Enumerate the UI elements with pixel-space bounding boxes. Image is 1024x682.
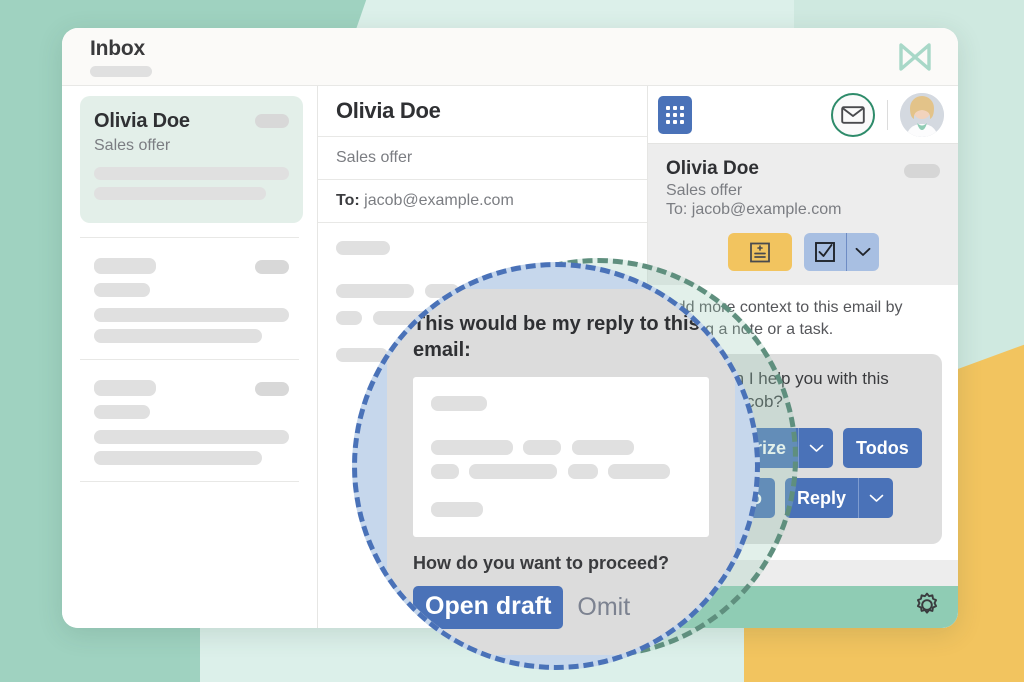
reply-button[interactable]: Reply	[785, 478, 894, 519]
toolbar-divider	[887, 99, 888, 130]
magnified-reply-card: This would be my reply to this email: Ho…	[387, 289, 735, 655]
message-sender: Olivia Doe	[336, 98, 441, 123]
chevron-down-icon[interactable]	[859, 478, 893, 518]
magnified-question: How do you want to proceed?	[413, 553, 669, 573]
placeholder-bar	[94, 283, 150, 297]
message-sender-row: Olivia Doe	[318, 86, 647, 137]
omit-button[interactable]: Omit	[577, 593, 630, 622]
magnified-heading: This would be my reply to this email:	[413, 313, 700, 361]
mail-brand-logo-icon	[898, 42, 932, 72]
header-placeholder-bar	[90, 66, 152, 77]
user-avatar[interactable]	[900, 92, 944, 137]
mail-list-badge	[255, 260, 289, 274]
placeholder-bar	[94, 380, 156, 396]
chevron-down-icon[interactable]	[847, 247, 879, 257]
placeholder-bar	[94, 405, 150, 419]
side-panel-recipient: To: jacob@example.com	[666, 201, 842, 218]
message-recipient: To: jacob@example.com	[336, 192, 629, 210]
placeholder-bar	[94, 308, 289, 322]
placeholder-bar	[94, 430, 289, 444]
gear-icon[interactable]	[914, 592, 940, 623]
mail-list-badge	[255, 114, 289, 128]
mail-list-item-selected[interactable]: Olivia Doe Sales offer	[80, 96, 303, 223]
page-title: Inbox	[90, 37, 145, 60]
message-to-label: To:	[336, 192, 360, 209]
todos-button[interactable]: Todos	[843, 428, 922, 469]
side-panel-action-row	[666, 233, 940, 271]
magnified-button-row: Open draft Omit	[413, 586, 709, 629]
magnifier-lens: This would be my reply to this email: Ho…	[352, 262, 760, 670]
mail-list-subject: Sales offer	[94, 137, 171, 154]
side-panel-toolbar	[648, 86, 958, 144]
mail-list-divider	[80, 481, 299, 482]
apps-grid-icon[interactable]	[658, 95, 692, 134]
mail-list-divider	[80, 237, 299, 238]
mail-list-badge	[255, 382, 289, 396]
side-panel-badge	[904, 164, 940, 178]
placeholder-bar	[94, 258, 156, 274]
mail-list-divider	[80, 359, 299, 360]
message-subject: Sales offer	[336, 149, 413, 166]
message-to-value: jacob@example.com	[364, 192, 514, 209]
magnified-draft-box[interactable]	[413, 377, 709, 537]
mail-list-preview-placeholder	[94, 167, 289, 200]
side-panel-subject: Sales offer	[666, 182, 743, 199]
message-recipient-row: To: jacob@example.com	[318, 180, 647, 223]
chevron-down-icon[interactable]	[799, 428, 833, 468]
mail-list-item[interactable]	[80, 242, 303, 357]
message-subject-row: Sales offer	[318, 137, 647, 180]
open-draft-button[interactable]: Open draft	[413, 586, 564, 629]
app-header: Inbox	[62, 28, 958, 86]
side-panel-toolbar-right	[831, 92, 944, 137]
envelope-icon[interactable]	[831, 92, 875, 137]
mail-list-column: Olivia Doe Sales offer	[62, 86, 318, 628]
placeholder-bar	[94, 329, 262, 343]
add-task-button[interactable]	[803, 233, 879, 271]
add-task-checkbox-icon[interactable]	[804, 241, 846, 263]
side-panel-message-card: Olivia Doe Sales offer To: jacob@example…	[648, 144, 958, 285]
add-note-icon[interactable]	[727, 233, 792, 271]
side-panel-sender: Olivia Doe	[666, 158, 759, 179]
placeholder-bar	[94, 451, 262, 465]
screenshot-stage: Inbox Olivia Doe Sales offer Olivia Doe …	[0, 0, 1024, 682]
mail-list-item[interactable]	[80, 364, 303, 479]
reply-label: Reply	[797, 487, 847, 508]
